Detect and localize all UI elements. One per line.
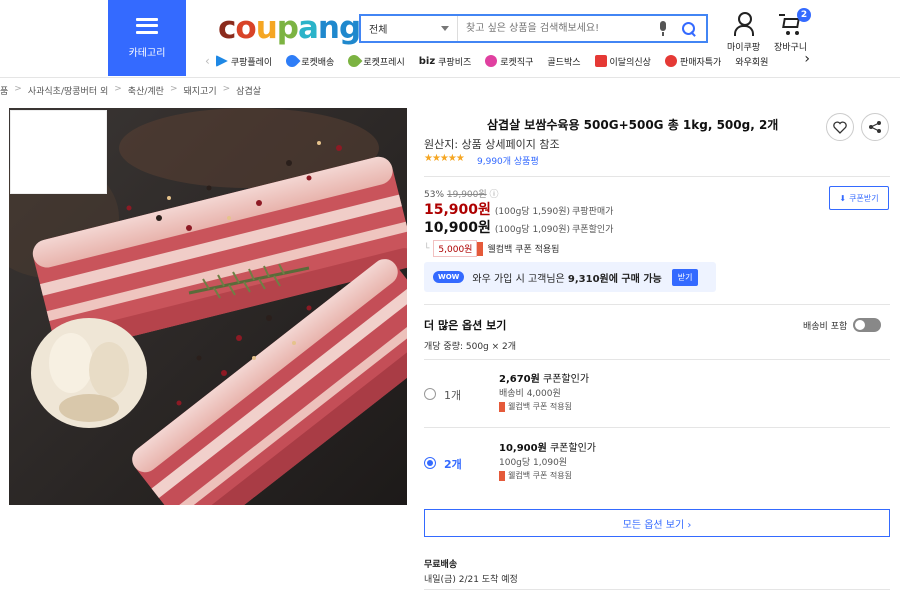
play-icon <box>215 55 228 67</box>
quick-link-new-arrivals[interactable]: 이달의신상 <box>594 55 651 68</box>
option-row-selected[interactable]: 2개 10,900원 쿠폰할인가 100g당 1,090원 웰컴백 쿠폰 적용됨 <box>424 428 890 496</box>
quick-link-rocket-delivery[interactable]: 로켓배송 <box>283 52 334 70</box>
rocket-fresh-icon <box>345 52 363 70</box>
bag-icon <box>594 55 607 67</box>
coupon-text: 웰컴백 쿠폰 적용됨 <box>487 245 560 255</box>
search-bar: 전체 <box>359 14 708 43</box>
quick-link-rocket-fresh[interactable]: 로켓프레시 <box>345 52 405 70</box>
search-scope-value: 전체 <box>369 25 388 36</box>
option-radio[interactable] <box>424 388 436 400</box>
search-input[interactable] <box>458 16 658 41</box>
rocket-icon <box>283 52 301 70</box>
option-price: 10,900원 <box>499 443 547 454</box>
breadcrumb-item[interactable]: 삼겹살 <box>236 84 261 97</box>
wow-text: 와우 가입 시 고객님은 <box>472 273 568 285</box>
option-qty: 1개 <box>444 389 462 402</box>
product-origin: 원산지: 상품 상세페이지 참조 <box>424 138 560 151</box>
rating-stars: ★★★★★ <box>424 153 465 164</box>
user-icon <box>733 12 755 36</box>
sale-price-row: 15,900원 (100g당 1,590원) 쿠팡판매가 <box>424 199 613 219</box>
sale-price-tag: 쿠팡판매가 <box>572 207 614 217</box>
sale-price: 15,900원 <box>424 202 491 218</box>
divider <box>424 176 890 177</box>
option-radio-selected[interactable] <box>424 457 436 469</box>
share-button[interactable] <box>861 113 889 141</box>
option-qty: 2개 <box>444 458 462 471</box>
chevron-right-icon[interactable]: › <box>804 51 810 67</box>
microphone-icon[interactable] <box>658 20 668 37</box>
header-divider <box>0 77 900 78</box>
global-icon <box>485 55 498 67</box>
breadcrumb-item[interactable]: 축산/계란 <box>128 84 164 97</box>
breadcrumb-item[interactable]: 돼지고기 <box>184 84 217 97</box>
unit-weight: 개당 중량: 500g × 2개 <box>424 342 517 352</box>
option-coupon: 웰컴백 쿠폰 적용됨 <box>508 402 572 411</box>
shipping-toggle-label: 배송비 포함 <box>803 321 848 332</box>
heart-icon <box>833 120 847 134</box>
option-price-tag: 쿠폰할인가 <box>549 443 596 454</box>
coupon-unit-price: (100g당 1,090원) <box>494 225 571 235</box>
option-row[interactable]: 1개 2,670원 쿠폰할인가 배송비 4,000원 웰컴백 쿠폰 적용됨 <box>424 360 890 426</box>
mycoupang-button[interactable]: 마이쿠팡 <box>727 12 760 53</box>
category-button[interactable]: 카테고리 <box>108 0 186 76</box>
chevron-left-icon[interactable]: ‹ <box>205 54 210 68</box>
cart-count-badge: 2 <box>797 8 811 22</box>
arrival-date: 내일(금) 2/21 도착 예정 <box>424 575 518 585</box>
coupon-price-tag: 쿠폰할인가 <box>572 225 614 235</box>
coupon-tag-icon <box>499 470 505 481</box>
percent-icon <box>664 55 677 67</box>
chevron-down-icon <box>441 26 449 31</box>
divider <box>424 589 890 590</box>
wow-get-button[interactable]: 받기 <box>671 268 699 286</box>
more-options-title: 더 많은 옵션 보기 <box>424 319 507 332</box>
quick-link-rocket-global[interactable]: 로켓직구 <box>485 55 533 68</box>
category-label: 카테고리 <box>128 47 166 59</box>
breadcrumb-item[interactable]: 사과식초/땅콩버터 외 <box>28 84 108 97</box>
coupon-price: 10,900원 <box>424 220 491 236</box>
shipping-toggle[interactable]: 배송비 포함 <box>803 318 882 332</box>
favorite-button[interactable] <box>826 113 854 141</box>
toggle-switch[interactable] <box>853 318 882 332</box>
image-thumbnail-placeholder[interactable] <box>10 110 107 194</box>
option-coupon: 웰컴백 쿠폰 적용됨 <box>508 471 572 480</box>
coupang-logo[interactable]: coupang <box>218 10 361 46</box>
quick-link-coupang-biz[interactable]: biz 쿠팡비즈 <box>419 55 472 68</box>
coupon-amount: 5,000원 <box>433 240 478 257</box>
option-sub: 배송비 4,000원 <box>499 389 561 399</box>
applied-coupon: └ 5,000원 웰컴백 쿠폰 적용됨 <box>424 240 559 257</box>
quick-links-bar: ‹ 쿠팡플레이 로켓배송 로켓프레시 biz 쿠팡비즈 로켓직구 골드박스 이달의… <box>205 51 810 71</box>
wow-badge: WOW <box>433 271 465 283</box>
option-price-tag: 쿠폰할인가 <box>543 374 590 385</box>
menu-icon <box>136 17 158 34</box>
product-title: 삼겹살 보쌈수육용 500G+500G 총 1kg, 500g, 2개 <box>487 118 779 132</box>
coupon-tag-icon <box>499 401 505 412</box>
breadcrumb-item[interactable]: 품 <box>0 84 8 97</box>
all-options-button[interactable]: 모든 옵션 보기 › <box>424 509 890 537</box>
coupon-download-button[interactable]: ⬇ 쿠폰받기 <box>829 186 889 210</box>
free-shipping-label: 무료배송 <box>424 560 458 570</box>
coupon-price-row: 10,900원 (100g당 1,090원) 쿠폰할인가 <box>424 217 613 237</box>
wow-price: 9,310원에 구매 가능 <box>567 273 662 285</box>
download-icon: ⬇ <box>839 193 847 203</box>
option-price: 2,670원 <box>499 374 540 385</box>
divider <box>424 304 890 305</box>
review-count-link[interactable]: 9,990개 상품평 <box>477 154 539 167</box>
option-sub: 100g당 1,090원 <box>499 458 568 468</box>
breadcrumb: 품 > 사과식초/땅콩버터 외 > 축산/계란 > 돼지고기 > 삼겹살 <box>0 84 262 97</box>
share-icon <box>869 121 881 133</box>
quick-link-seller-deals[interactable]: 판매자특가 <box>664 55 721 68</box>
wow-membership-banner: WOW 와우 가입 시 고객님은 9,310원에 구매 가능 받기 <box>424 262 716 292</box>
coupon-tag-icon <box>477 241 484 256</box>
search-icon[interactable] <box>682 21 696 36</box>
quick-link-wow[interactable]: 와우회원 <box>735 55 768 68</box>
quick-link-coupang-play[interactable]: 쿠팡플레이 <box>215 55 272 68</box>
biz-icon: biz <box>418 55 436 67</box>
sale-unit-price: (100g당 1,590원) <box>494 207 571 217</box>
search-scope-select[interactable]: 전체 <box>361 16 458 41</box>
quick-link-goldbox[interactable]: 골드박스 <box>547 55 580 68</box>
